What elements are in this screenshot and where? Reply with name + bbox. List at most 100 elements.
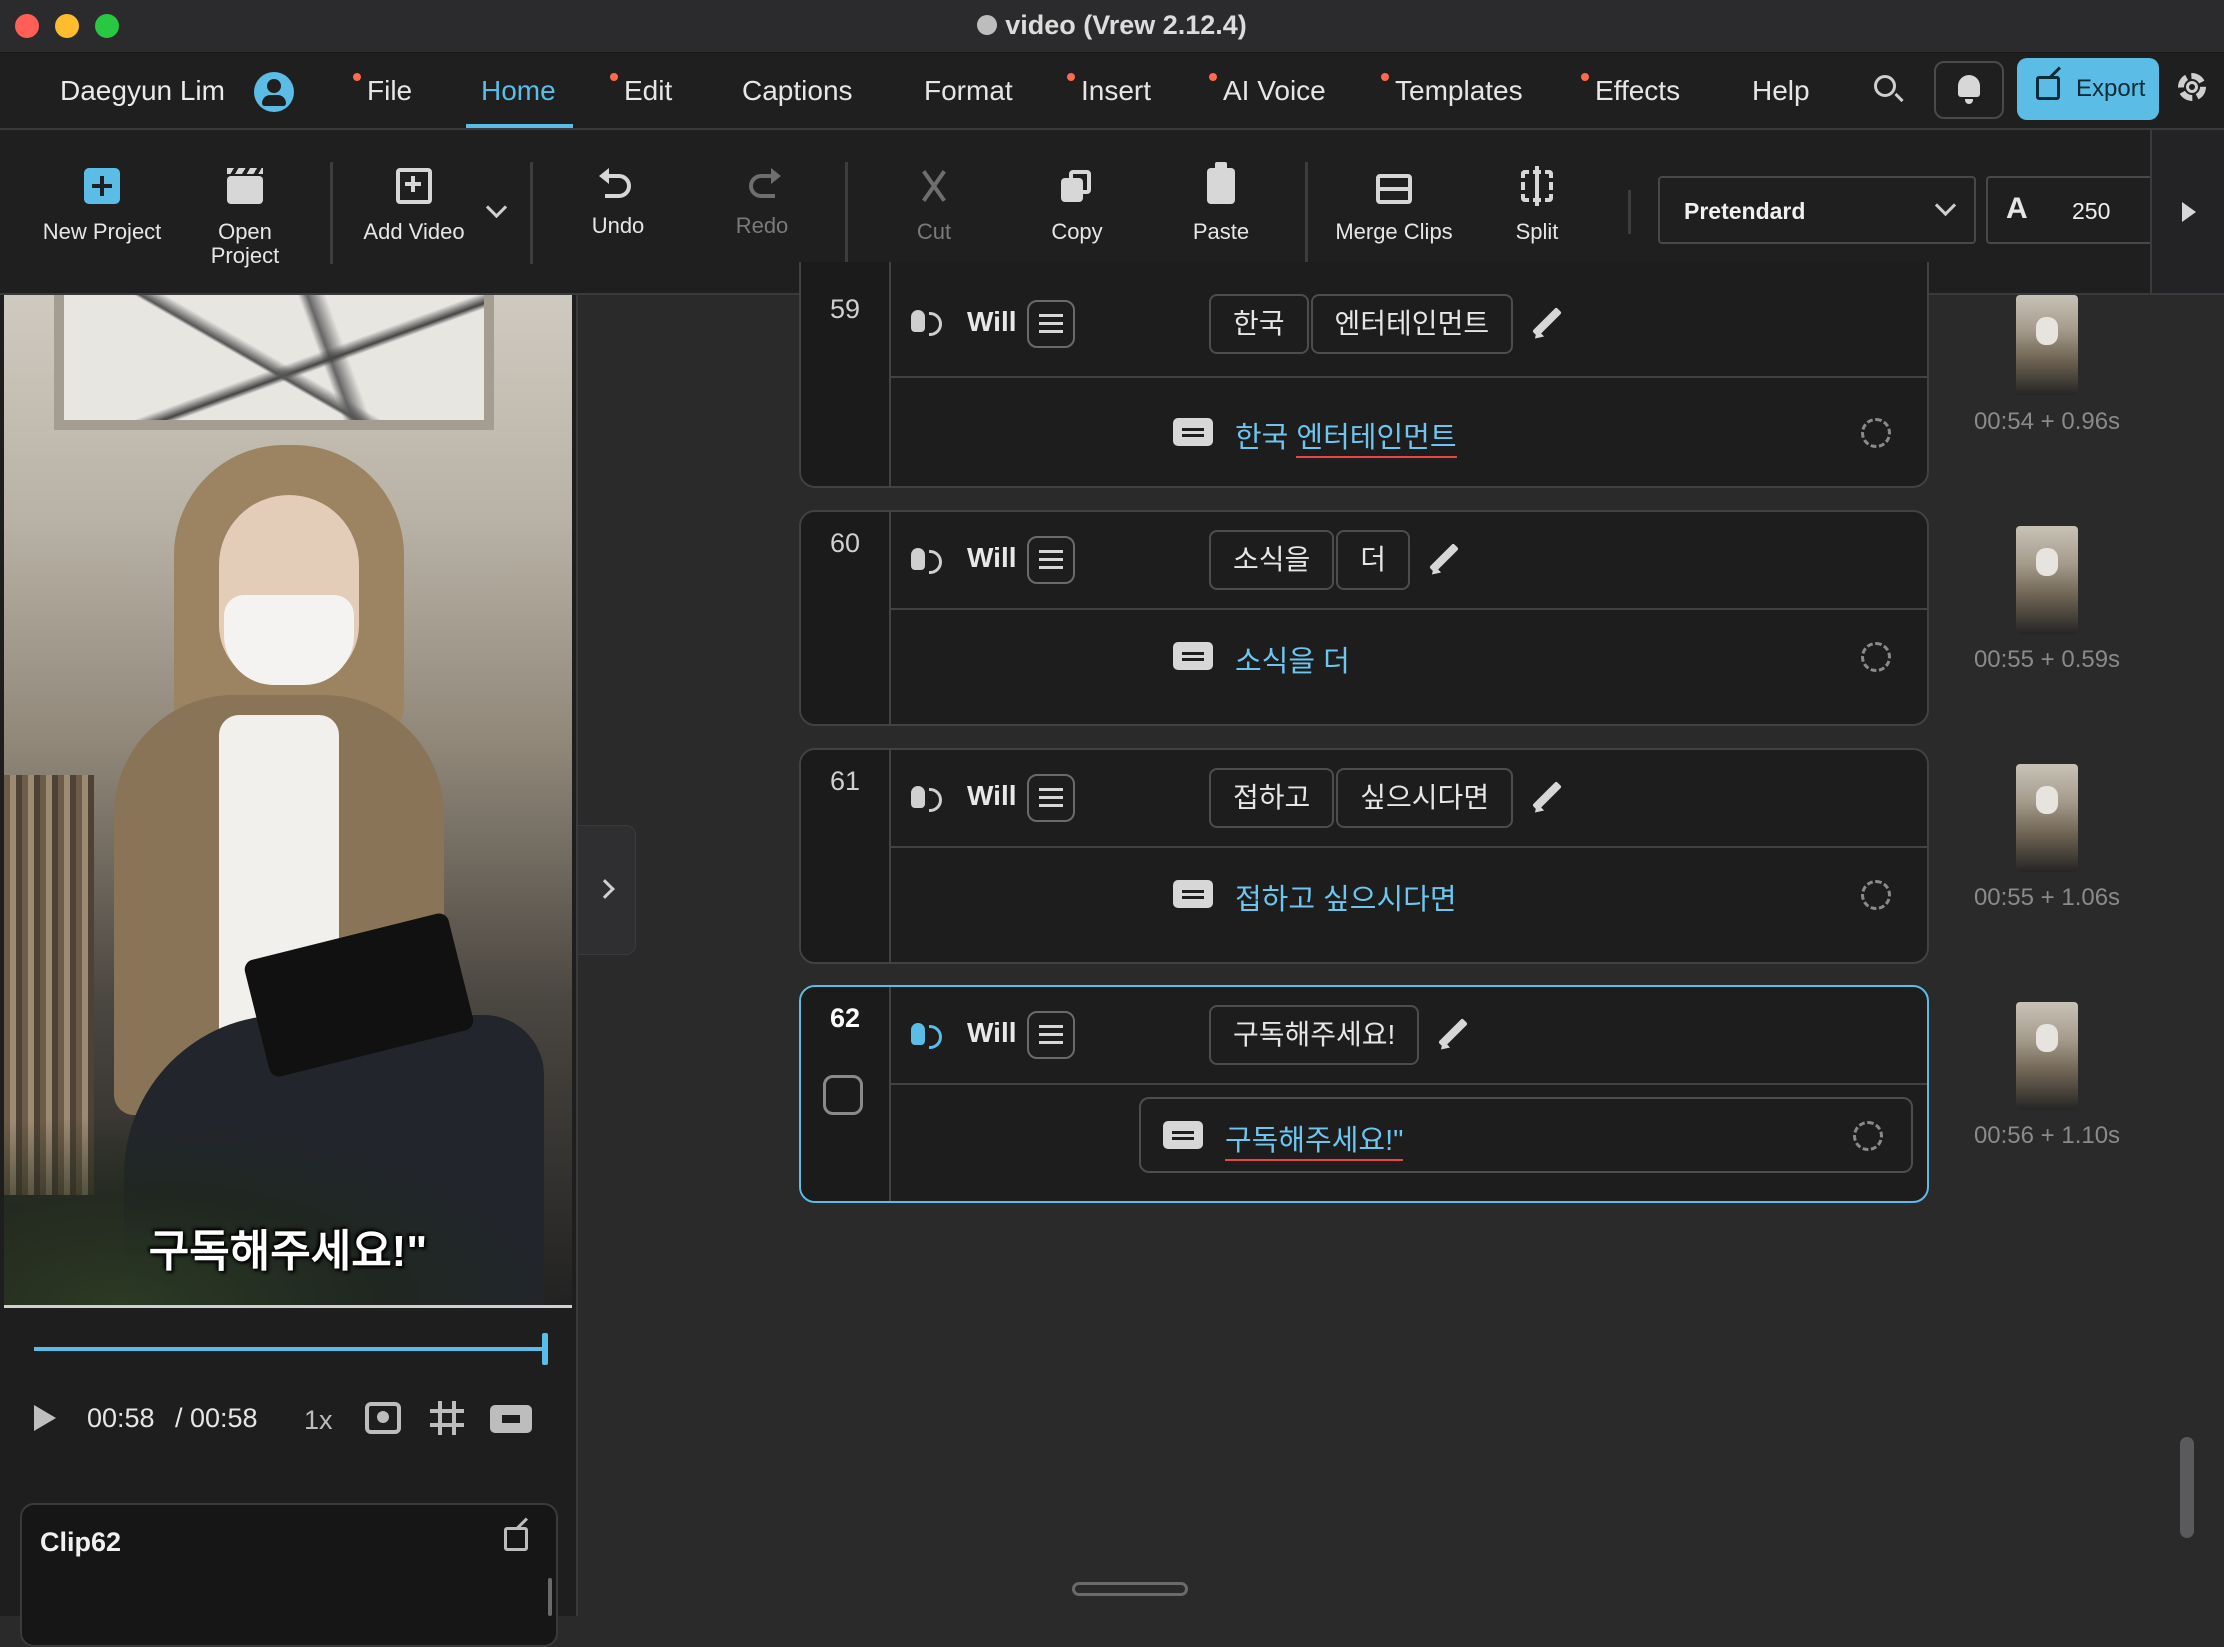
aspect-ratio-icon[interactable] <box>490 1405 532 1433</box>
screenshot-camera-icon[interactable] <box>365 1402 401 1434</box>
menu-ai-voice[interactable]: AI Voice <box>1209 73 1326 107</box>
toolbar-scroll-right-icon[interactable] <box>2182 202 2206 222</box>
pencil-icon[interactable] <box>1529 307 1563 341</box>
open-project-button[interactable]: Open Project <box>180 168 310 268</box>
menu-insert[interactable]: Insert <box>1067 73 1151 107</box>
window-title-text: video (Vrew 2.12.4) <box>1005 10 1247 40</box>
panel-toggle-button[interactable] <box>578 825 636 955</box>
voice-settings-button[interactable] <box>1027 774 1075 822</box>
new-project-button[interactable]: New Project <box>37 168 167 244</box>
editor-scrollbar[interactable] <box>2180 1437 2194 1538</box>
merge-clips-button[interactable]: Merge Clips <box>1329 168 1459 244</box>
voice-settings-button[interactable] <box>1027 536 1075 584</box>
user-name[interactable]: Daegyun Lim <box>60 75 225 107</box>
redo-button[interactable]: Redo <box>697 168 827 238</box>
clip-thumbnail[interactable] <box>2016 1002 2078 1110</box>
playback-speed[interactable]: 1x <box>304 1405 333 1436</box>
menu-format[interactable]: Format <box>924 75 1013 107</box>
redo-label: Redo <box>735 213 789 238</box>
cut-button[interactable]: Cut <box>869 168 999 244</box>
font-family-select[interactable]: Pretendard <box>1658 176 1976 244</box>
timeline-drag-handle[interactable] <box>1072 1582 1188 1596</box>
search-icon[interactable] <box>1874 75 1896 97</box>
open-external-icon[interactable] <box>504 1527 528 1551</box>
clip-timestamp: 00:56 + 1.10s <box>1973 1122 2121 1149</box>
play-icon[interactable] <box>34 1405 56 1431</box>
menu-edit-label: Edit <box>624 75 673 106</box>
speaker-name[interactable]: Will <box>967 780 1017 812</box>
caption-field[interactable]: 한국 엔터테인먼트 <box>1151 396 1919 468</box>
unlink-icon[interactable] <box>1861 642 1891 672</box>
speaker-name[interactable]: Will <box>967 1017 1017 1049</box>
pencil-icon[interactable] <box>1426 543 1460 577</box>
menu-edit[interactable]: Edit <box>610 73 673 107</box>
undo-button[interactable]: Undo <box>553 168 683 238</box>
menu-home[interactable]: Home <box>481 75 556 107</box>
voice-settings-button[interactable] <box>1027 1011 1075 1059</box>
window-titlebar: video (Vrew 2.12.4) <box>0 0 2224 53</box>
notifications-button[interactable] <box>1934 61 2004 119</box>
gear-icon[interactable] <box>2178 73 2206 101</box>
new-project-label: New Project <box>42 219 162 244</box>
caption-field[interactable]: 구독해주세요!" <box>1139 1097 1913 1173</box>
clip-row[interactable]: 60 Will 소식을 더 소식을 더 <box>799 510 1929 726</box>
voice-settings-button[interactable] <box>1027 300 1075 348</box>
menu-file[interactable]: File <box>353 73 413 107</box>
clip-caption-row: 한국 엔터테인먼트 <box>889 376 1927 486</box>
speaker-name[interactable]: Will <box>967 306 1017 338</box>
menu-captions[interactable]: Captions <box>742 75 853 107</box>
seek-bar[interactable] <box>34 1347 546 1351</box>
paste-button[interactable]: Paste <box>1156 162 1286 244</box>
clip-row[interactable]: 61 Will 접하고 싶으시다면 접하고 싶으시다면 <box>799 748 1929 964</box>
split-button[interactable]: Split <box>1472 166 1602 244</box>
caption-text: 한국 엔터테인먼트 <box>1235 414 1457 458</box>
voice-speaker-icon[interactable] <box>911 308 947 336</box>
clip-thumbnail[interactable] <box>2016 526 2078 634</box>
split-label: Split <box>1515 219 1559 244</box>
clip-thumbnail[interactable] <box>2016 295 2078 395</box>
copy-label: Copy <box>1051 219 1103 244</box>
clip-select-checkbox[interactable] <box>823 1075 863 1115</box>
word-chip[interactable]: 접하고 <box>1209 768 1335 828</box>
menu-file-label: File <box>367 75 413 106</box>
word-chip[interactable]: 구독해주세요! <box>1209 1005 1420 1065</box>
voice-speaker-icon[interactable] <box>911 1021 947 1049</box>
caption-field[interactable]: 소식을 더 <box>1151 620 1919 692</box>
menu-help[interactable]: Help <box>1752 75 1810 107</box>
add-video-button[interactable]: Add Video <box>349 168 479 244</box>
pencil-icon[interactable] <box>1529 781 1563 815</box>
unlink-icon[interactable] <box>1853 1121 1883 1151</box>
voice-speaker-icon[interactable] <box>911 784 947 812</box>
unlink-icon[interactable] <box>1861 880 1891 910</box>
menu-effects[interactable]: Effects <box>1581 73 1680 107</box>
voice-speaker-icon[interactable] <box>911 546 947 574</box>
unlink-icon[interactable] <box>1861 418 1891 448</box>
word-chip[interactable]: 엔터테인먼트 <box>1310 294 1514 354</box>
clip-thumbnail[interactable] <box>2016 764 2078 872</box>
speaker-name[interactable]: Will <box>967 542 1017 574</box>
font-size-field[interactable]: A 250 <box>1986 176 2156 244</box>
word-chip[interactable]: 더 <box>1336 530 1411 590</box>
video-preview[interactable]: 구독해주세요!" <box>4 295 572 1305</box>
caption-field[interactable]: 접하고 싶으시다면 <box>1151 858 1919 930</box>
avatar-icon[interactable] <box>254 72 294 112</box>
clip-word-row: Will 접하고 싶으시다면 <box>889 750 1927 848</box>
clip-row[interactable]: 59 Will 한국 엔터테인먼트 한국 엔터테인먼트 <box>799 262 1929 488</box>
clip-timestamp: 00:54 + 0.96s <box>1973 408 2121 435</box>
menu-help-label: Help <box>1752 75 1810 106</box>
word-chip[interactable]: 싶으시다면 <box>1336 768 1514 828</box>
clip-row-selected[interactable]: 62 Will 구독해주세요! 구독해주세요!" <box>799 985 1929 1203</box>
word-chip[interactable]: 소식을 <box>1209 530 1335 590</box>
copy-button[interactable]: Copy <box>1012 168 1142 244</box>
panel-scrollbar[interactable] <box>548 1578 552 1616</box>
word-chip[interactable]: 한국 <box>1209 294 1309 354</box>
seek-handle[interactable] <box>542 1333 548 1365</box>
redo-icon <box>749 168 781 198</box>
new-badge <box>1381 73 1389 81</box>
grid-icon[interactable] <box>430 1401 464 1435</box>
menu-templates[interactable]: Templates <box>1381 73 1523 107</box>
add-video-dropdown-chevron-icon[interactable] <box>485 196 508 219</box>
pencil-icon[interactable] <box>1435 1018 1469 1052</box>
export-button[interactable]: Export <box>2017 58 2159 120</box>
preview-panel: 구독해주세요!" 00:58 / 00:58 1x Clip62 <box>0 295 578 1647</box>
